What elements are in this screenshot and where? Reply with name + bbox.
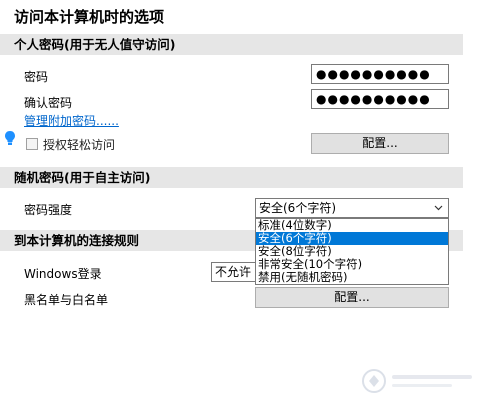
chevron-down-icon xyxy=(434,205,443,211)
easy-access-label: 授权轻松访问 xyxy=(43,138,116,152)
manage-additional-passwords-link[interactable]: 管理附加密码...... xyxy=(24,112,119,129)
password-strength-label: 密码强度 xyxy=(24,203,73,217)
confirm-password-field[interactable]: ●●●●●●●●●● xyxy=(311,89,449,109)
windows-login-label: Windows登录 xyxy=(24,267,102,281)
section-header-random-password: 随机密码(用于自主访问) xyxy=(0,167,463,188)
confirm-password-label: 确认密码 xyxy=(24,96,73,110)
configure-blacklist-button[interactable]: 配置... xyxy=(255,287,449,308)
blacklist-whitelist-label: 黑名单与白名单 xyxy=(24,293,109,307)
password-strength-value: 安全(6个字符) xyxy=(259,201,336,215)
lightbulb-icon xyxy=(4,130,16,146)
dialog-title: 访问本计算机时的选项 xyxy=(14,8,165,26)
watermark-logo xyxy=(360,364,480,398)
password-strength-dropdown: 标准(4位数字) 安全(6个字符) 安全(8位字符) 非常安全(10个字符) 禁… xyxy=(255,218,449,285)
configure-easy-access-button[interactable]: 配置... xyxy=(311,133,449,154)
windows-login-select[interactable]: 不允许 xyxy=(211,262,256,282)
password-strength-combobox[interactable]: 安全(6个字符) xyxy=(255,198,449,218)
password-field[interactable]: ●●●●●●●●●● xyxy=(311,64,449,84)
password-label: 密码 xyxy=(24,70,49,84)
dropdown-option[interactable]: 禁用(无随机密码) xyxy=(256,271,448,284)
section-header-personal-password: 个人密码(用于无人值守访问) xyxy=(0,34,463,55)
easy-access-checkbox[interactable] xyxy=(26,138,38,150)
